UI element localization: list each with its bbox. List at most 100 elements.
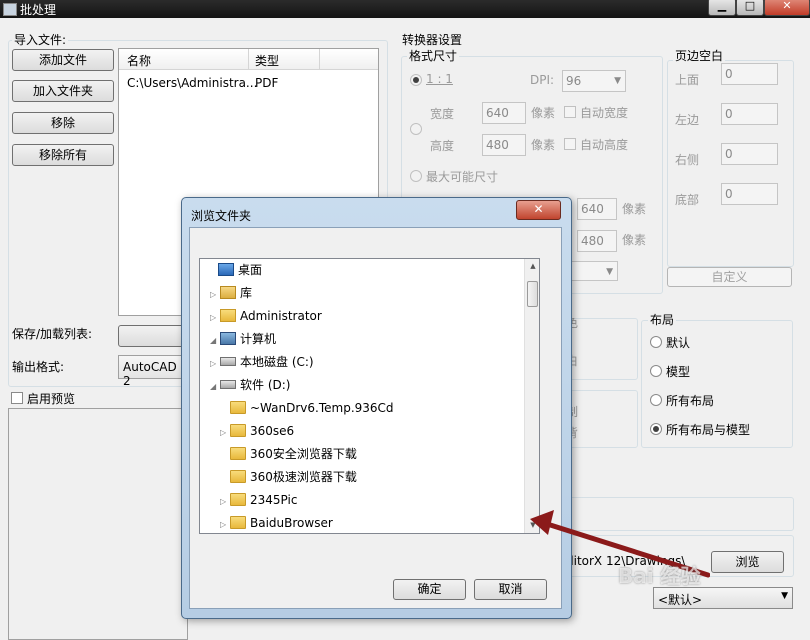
file-list-header: 名称 类型 <box>119 49 378 70</box>
margins-title: 页边空白 <box>673 47 726 64</box>
expand-icon[interactable]: ▷ <box>220 514 230 533</box>
scrollbar-thumb[interactable] <box>527 281 538 307</box>
cancel-button[interactable]: 取消 <box>474 579 547 600</box>
output-format-select[interactable]: AutoCAD 2 <box>118 355 188 388</box>
column-header-type[interactable]: 类型 <box>255 52 279 69</box>
tree-item[interactable]: ▷ 2345Pic <box>220 489 297 511</box>
expand-icon[interactable]: ◢ <box>210 330 220 352</box>
import-label: 导入文件: <box>12 31 69 48</box>
expand-icon[interactable]: ◢ <box>210 376 220 398</box>
auto-width-label: 自动宽度 <box>580 106 629 120</box>
layout-model-label: 模型 <box>666 365 691 379</box>
expand-icon[interactable]: ▷ <box>220 422 230 444</box>
folder-icon <box>230 401 246 414</box>
output-default-select[interactable]: <默认> ▼ <box>653 587 793 609</box>
tree-item-label: 360se6 <box>250 424 295 438</box>
margin-top-label: 上面 <box>675 73 700 87</box>
tree-item[interactable]: ▷ Administrator <box>210 305 322 327</box>
unit-select[interactable]: ▼ <box>570 261 618 281</box>
tree-item[interactable]: ▷ 本地磁盘 (C:) <box>210 351 314 373</box>
tree-item[interactable]: 360极速浏览器下载 <box>220 466 357 488</box>
custom-size-radio[interactable] <box>410 123 422 135</box>
enable-preview-label: 启用预览 <box>27 392 76 406</box>
layout-model-radio[interactable] <box>650 365 662 377</box>
tree-item-label: 软件 (D:) <box>240 378 291 392</box>
folder-tree[interactable]: 桌面 ▷ 库 ▷ Administrator ◢ 计算机 ▷ 本地磁盘 (C:) ◢ 软件 (D:)… <box>199 258 540 534</box>
height-input[interactable]: 480 <box>482 134 526 156</box>
drive-icon <box>220 357 236 366</box>
output-format-label: 输出格式: <box>12 360 65 374</box>
dialog-close-button[interactable]: ✕ <box>516 200 561 220</box>
dpi-value: 96 <box>566 74 582 88</box>
library-icon <box>220 286 236 299</box>
layout-default-radio[interactable] <box>650 336 662 348</box>
auto-height-label: 自动高度 <box>580 138 629 152</box>
expand-icon[interactable]: ▷ <box>210 307 220 329</box>
save-load-list-button[interactable] <box>118 325 188 347</box>
format-size-label: 格式尺寸 <box>407 47 460 64</box>
custom-margins-button[interactable]: 自定义 <box>667 267 792 287</box>
tree-item-label: Administrator <box>240 309 322 323</box>
minimize-button[interactable]: ▁ <box>708 0 736 16</box>
width-input[interactable]: 640 <box>482 102 526 124</box>
layout-all-layouts-label: 所有布局 <box>666 394 715 408</box>
tree-item[interactable]: ◢ 软件 (D:) <box>210 374 290 396</box>
computer-icon <box>220 332 236 345</box>
ok-button[interactable]: 确定 <box>393 579 466 600</box>
close-button[interactable]: ✕ <box>764 0 810 16</box>
tree-item-label: ~WanDrv6.Temp.936Cd <box>250 401 394 415</box>
tree-item-label: 本地磁盘 (C:) <box>240 355 314 369</box>
tree-item-label: 计算机 <box>240 332 277 346</box>
margin-bottom-input[interactable]: 0 <box>721 183 778 205</box>
margin-left-input[interactable]: 0 <box>721 103 778 125</box>
expand-icon[interactable]: ▷ <box>210 353 220 375</box>
user-folder-icon <box>220 309 236 322</box>
expand-icon[interactable]: ▷ <box>210 284 220 306</box>
margin-top-input[interactable]: 0 <box>721 63 778 85</box>
table-row[interactable]: C:\Users\Administra... <box>127 76 257 90</box>
enable-preview-checkbox[interactable] <box>11 392 23 404</box>
dialog-title: 浏览文件夹 <box>191 209 252 223</box>
pixel-unit-label: 像素 <box>622 233 647 247</box>
max-width-input[interactable]: 640 <box>577 198 617 220</box>
tree-item[interactable]: ◢ 计算机 <box>210 328 276 350</box>
pixel-unit-label: 像素 <box>531 106 556 120</box>
preview-pane <box>8 408 188 640</box>
scroll-up-button[interactable]: ▲ <box>526 259 539 274</box>
tree-scrollbar[interactable]: ▲ ▼ <box>524 259 539 533</box>
layout-all-layouts-radio[interactable] <box>650 394 662 406</box>
max-size-radio[interactable] <box>410 170 422 182</box>
expand-icon[interactable]: ▷ <box>220 491 230 513</box>
folder-icon <box>230 424 246 437</box>
tree-item-label: 360极速浏览器下载 <box>250 470 357 484</box>
window-title: 批处理 <box>20 3 57 17</box>
tree-item[interactable]: ▷ 360se6 <box>220 420 294 442</box>
folder-icon <box>230 493 246 506</box>
remove-all-button[interactable]: 移除所有 <box>12 144 114 166</box>
tree-item-label: 360安全浏览器下载 <box>250 447 357 461</box>
layout-all-layouts-model-radio[interactable] <box>650 423 662 435</box>
tree-item[interactable]: ▷ BaiduBrowser <box>220 512 333 533</box>
margin-bottom-label: 底部 <box>675 193 700 207</box>
save-load-label: 保存/加载列表: <box>12 327 93 341</box>
max-height-input[interactable]: 480 <box>577 230 617 252</box>
tree-item-label: BaiduBrowser <box>250 516 333 530</box>
tree-item[interactable]: 桌面 <box>208 259 262 281</box>
converter-settings-title: 转换器设置 <box>402 33 463 47</box>
auto-width-checkbox[interactable] <box>564 106 576 118</box>
add-folder-button[interactable]: 加入文件夹 <box>12 80 114 102</box>
drive-icon <box>220 380 236 389</box>
tree-item[interactable]: ▷ 库 <box>210 282 252 304</box>
tree-item[interactable]: 360安全浏览器下载 <box>220 443 357 465</box>
remove-button[interactable]: 移除 <box>12 112 114 134</box>
dpi-select[interactable]: 96 ▼ <box>562 70 626 92</box>
ratio-radio[interactable] <box>410 74 422 86</box>
folder-icon <box>230 516 246 529</box>
margin-right-input[interactable]: 0 <box>721 143 778 165</box>
tree-item[interactable]: ~WanDrv6.Temp.936Cd <box>220 397 394 419</box>
auto-height-checkbox[interactable] <box>564 138 576 150</box>
browse-button[interactable]: 浏览 <box>711 551 784 573</box>
maximize-button[interactable]: □ <box>736 0 764 16</box>
column-header-name[interactable]: 名称 <box>127 52 151 69</box>
add-file-button[interactable]: 添加文件 <box>12 49 114 71</box>
